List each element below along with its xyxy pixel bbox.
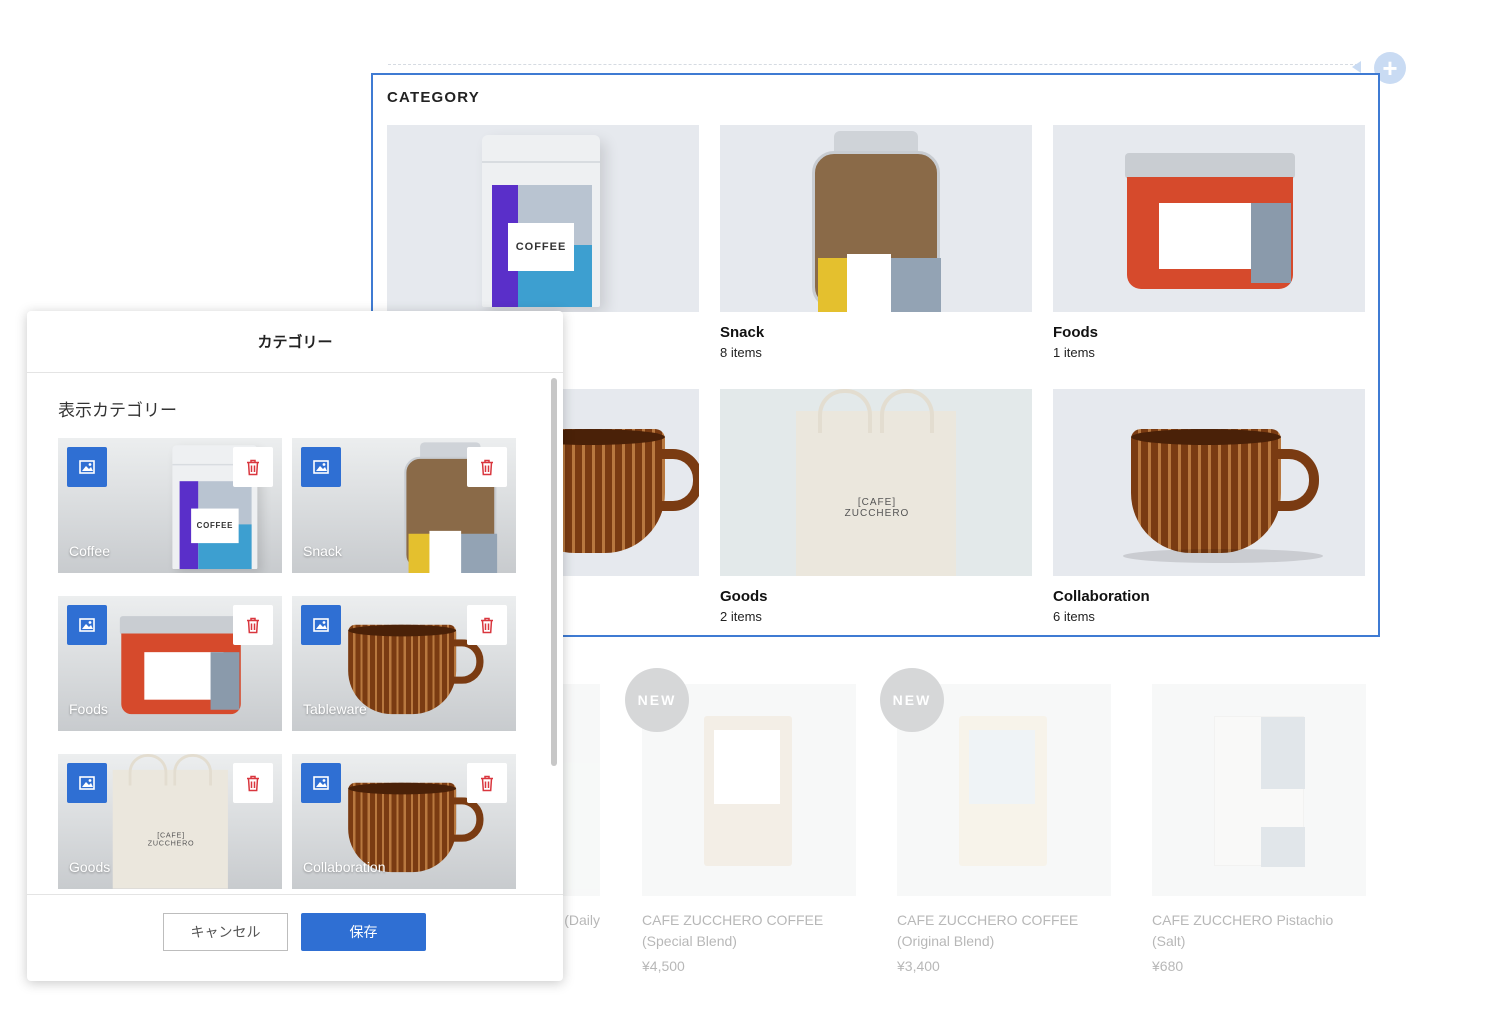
category-image <box>1053 125 1365 312</box>
product-item[interactable]: CAFE ZUCCHERO COFFEE (Original Blend) ¥3… <box>897 684 1111 974</box>
tote-bag-illustration: [CAFE] ZUCCHERO <box>796 389 956 576</box>
change-image-button[interactable] <box>301 763 341 803</box>
tile-name: Foods <box>69 701 108 717</box>
image-icon <box>79 460 95 474</box>
tile-name: Goods <box>69 859 111 875</box>
category-tile-coffee[interactable]: COFFEE Coffee <box>58 438 282 573</box>
category-image <box>720 125 1032 312</box>
change-image-button[interactable] <box>67 763 107 803</box>
category-count: 1 items <box>1053 345 1095 360</box>
nuts-jar-illustration <box>812 131 941 312</box>
category-name: Collaboration <box>1053 588 1150 605</box>
tote-logo: [CAFE] ZUCCHERO <box>844 497 910 519</box>
modal-footer: キャンセル 保存 <box>27 894 563 981</box>
section-guide-line <box>388 64 1358 65</box>
product-price: ¥4,500 <box>642 958 685 974</box>
image-icon <box>79 618 95 632</box>
image-icon <box>313 460 329 474</box>
product-name: CAFE ZUCCHERO COFFEE (Original Blend) <box>897 912 1079 949</box>
delete-button[interactable] <box>467 763 507 803</box>
category-image: [CAFE] ZUCCHERO <box>720 389 1032 576</box>
new-badge: NEW <box>625 668 689 732</box>
category-tile-foods[interactable]: Foods <box>58 596 282 731</box>
delete-button[interactable] <box>467 447 507 487</box>
tile-name: Coffee <box>69 543 110 559</box>
image-icon <box>79 776 95 790</box>
trash-icon <box>247 617 259 633</box>
category-count: 8 items <box>720 345 762 360</box>
delete-button[interactable] <box>233 605 273 645</box>
category-tile-collaboration[interactable]: Collaboration <box>292 754 516 889</box>
category-count: 2 items <box>720 609 762 624</box>
mug-illustration <box>1131 429 1319 553</box>
category-count: 6 items <box>1053 609 1095 624</box>
category-card-collaboration[interactable]: Collaboration 6 items <box>1053 389 1365 624</box>
category-tile-tableware[interactable]: Tableware <box>292 596 516 731</box>
cancel-button[interactable]: キャンセル <box>163 913 288 951</box>
coffee-bag-label: COFFEE <box>508 223 574 271</box>
category-card-foods[interactable]: Foods 1 items <box>1053 125 1365 360</box>
trash-icon <box>481 459 493 475</box>
category-tile-goods[interactable]: [CAFE] ZUCCHERO Goods <box>58 754 282 889</box>
change-image-button[interactable] <box>301 605 341 645</box>
new-badge: NEW <box>880 668 944 732</box>
delete-button[interactable] <box>233 763 273 803</box>
tile-name: Tableware <box>303 701 367 717</box>
trash-icon <box>481 617 493 633</box>
category-name: Foods <box>1053 324 1098 341</box>
coffee-bag-illustration: COFFEE <box>482 135 600 307</box>
product-image <box>1152 684 1366 896</box>
category-card-coffee[interactable]: COFFEE <box>387 125 699 324</box>
trash-icon <box>247 775 259 791</box>
modal-body: 表示カテゴリー COFFEE Coffee Snack Foods Tablew… <box>27 374 563 894</box>
change-image-button[interactable] <box>301 447 341 487</box>
image-icon <box>313 776 329 790</box>
modal-title: カテゴリー <box>27 311 563 373</box>
category-name: Goods <box>720 588 768 605</box>
change-image-button[interactable] <box>67 447 107 487</box>
category-tile-snack[interactable]: Snack <box>292 438 516 573</box>
category-card-goods[interactable]: [CAFE] ZUCCHERO Goods 2 items <box>720 389 1032 624</box>
modal-scrollbar-thumb[interactable] <box>551 378 557 766</box>
display-categories-label: 表示カテゴリー <box>58 401 177 420</box>
product-name: CAFE ZUCCHERO Pistachio (Salt) <box>1152 912 1334 949</box>
delete-button[interactable] <box>467 605 507 645</box>
trash-icon <box>481 775 493 791</box>
product-name: CAFE ZUCCHERO COFFEE (Special Blend) <box>642 912 824 949</box>
product-price: ¥680 <box>1152 958 1184 974</box>
change-image-button[interactable] <box>67 605 107 645</box>
category-heading: CATEGORY <box>387 89 480 106</box>
delete-button[interactable] <box>233 447 273 487</box>
category-image: COFFEE <box>387 125 699 312</box>
product-item[interactable]: CAFE ZUCCHERO Pistachio (Salt) ¥680 <box>1152 684 1366 974</box>
save-button[interactable]: 保存 <box>301 913 426 951</box>
section-handle-arrow-icon[interactable] <box>1352 61 1361 73</box>
category-image <box>1053 389 1365 576</box>
jam-jar-illustration <box>1125 153 1295 291</box>
image-icon <box>313 618 329 632</box>
tile-name: Collaboration <box>303 859 386 875</box>
category-card-snack[interactable]: Snack 8 items <box>720 125 1032 360</box>
category-modal: カテゴリー 表示カテゴリー COFFEE Coffee Snack Foods … <box>27 311 563 981</box>
trash-icon <box>247 459 259 475</box>
product-price: ¥3,400 <box>897 958 940 974</box>
category-name: Snack <box>720 324 765 341</box>
product-item[interactable]: CAFE ZUCCHERO COFFEE (Special Blend) ¥4,… <box>642 684 856 974</box>
tile-name: Snack <box>303 543 342 559</box>
plus-icon: + <box>1382 53 1398 83</box>
